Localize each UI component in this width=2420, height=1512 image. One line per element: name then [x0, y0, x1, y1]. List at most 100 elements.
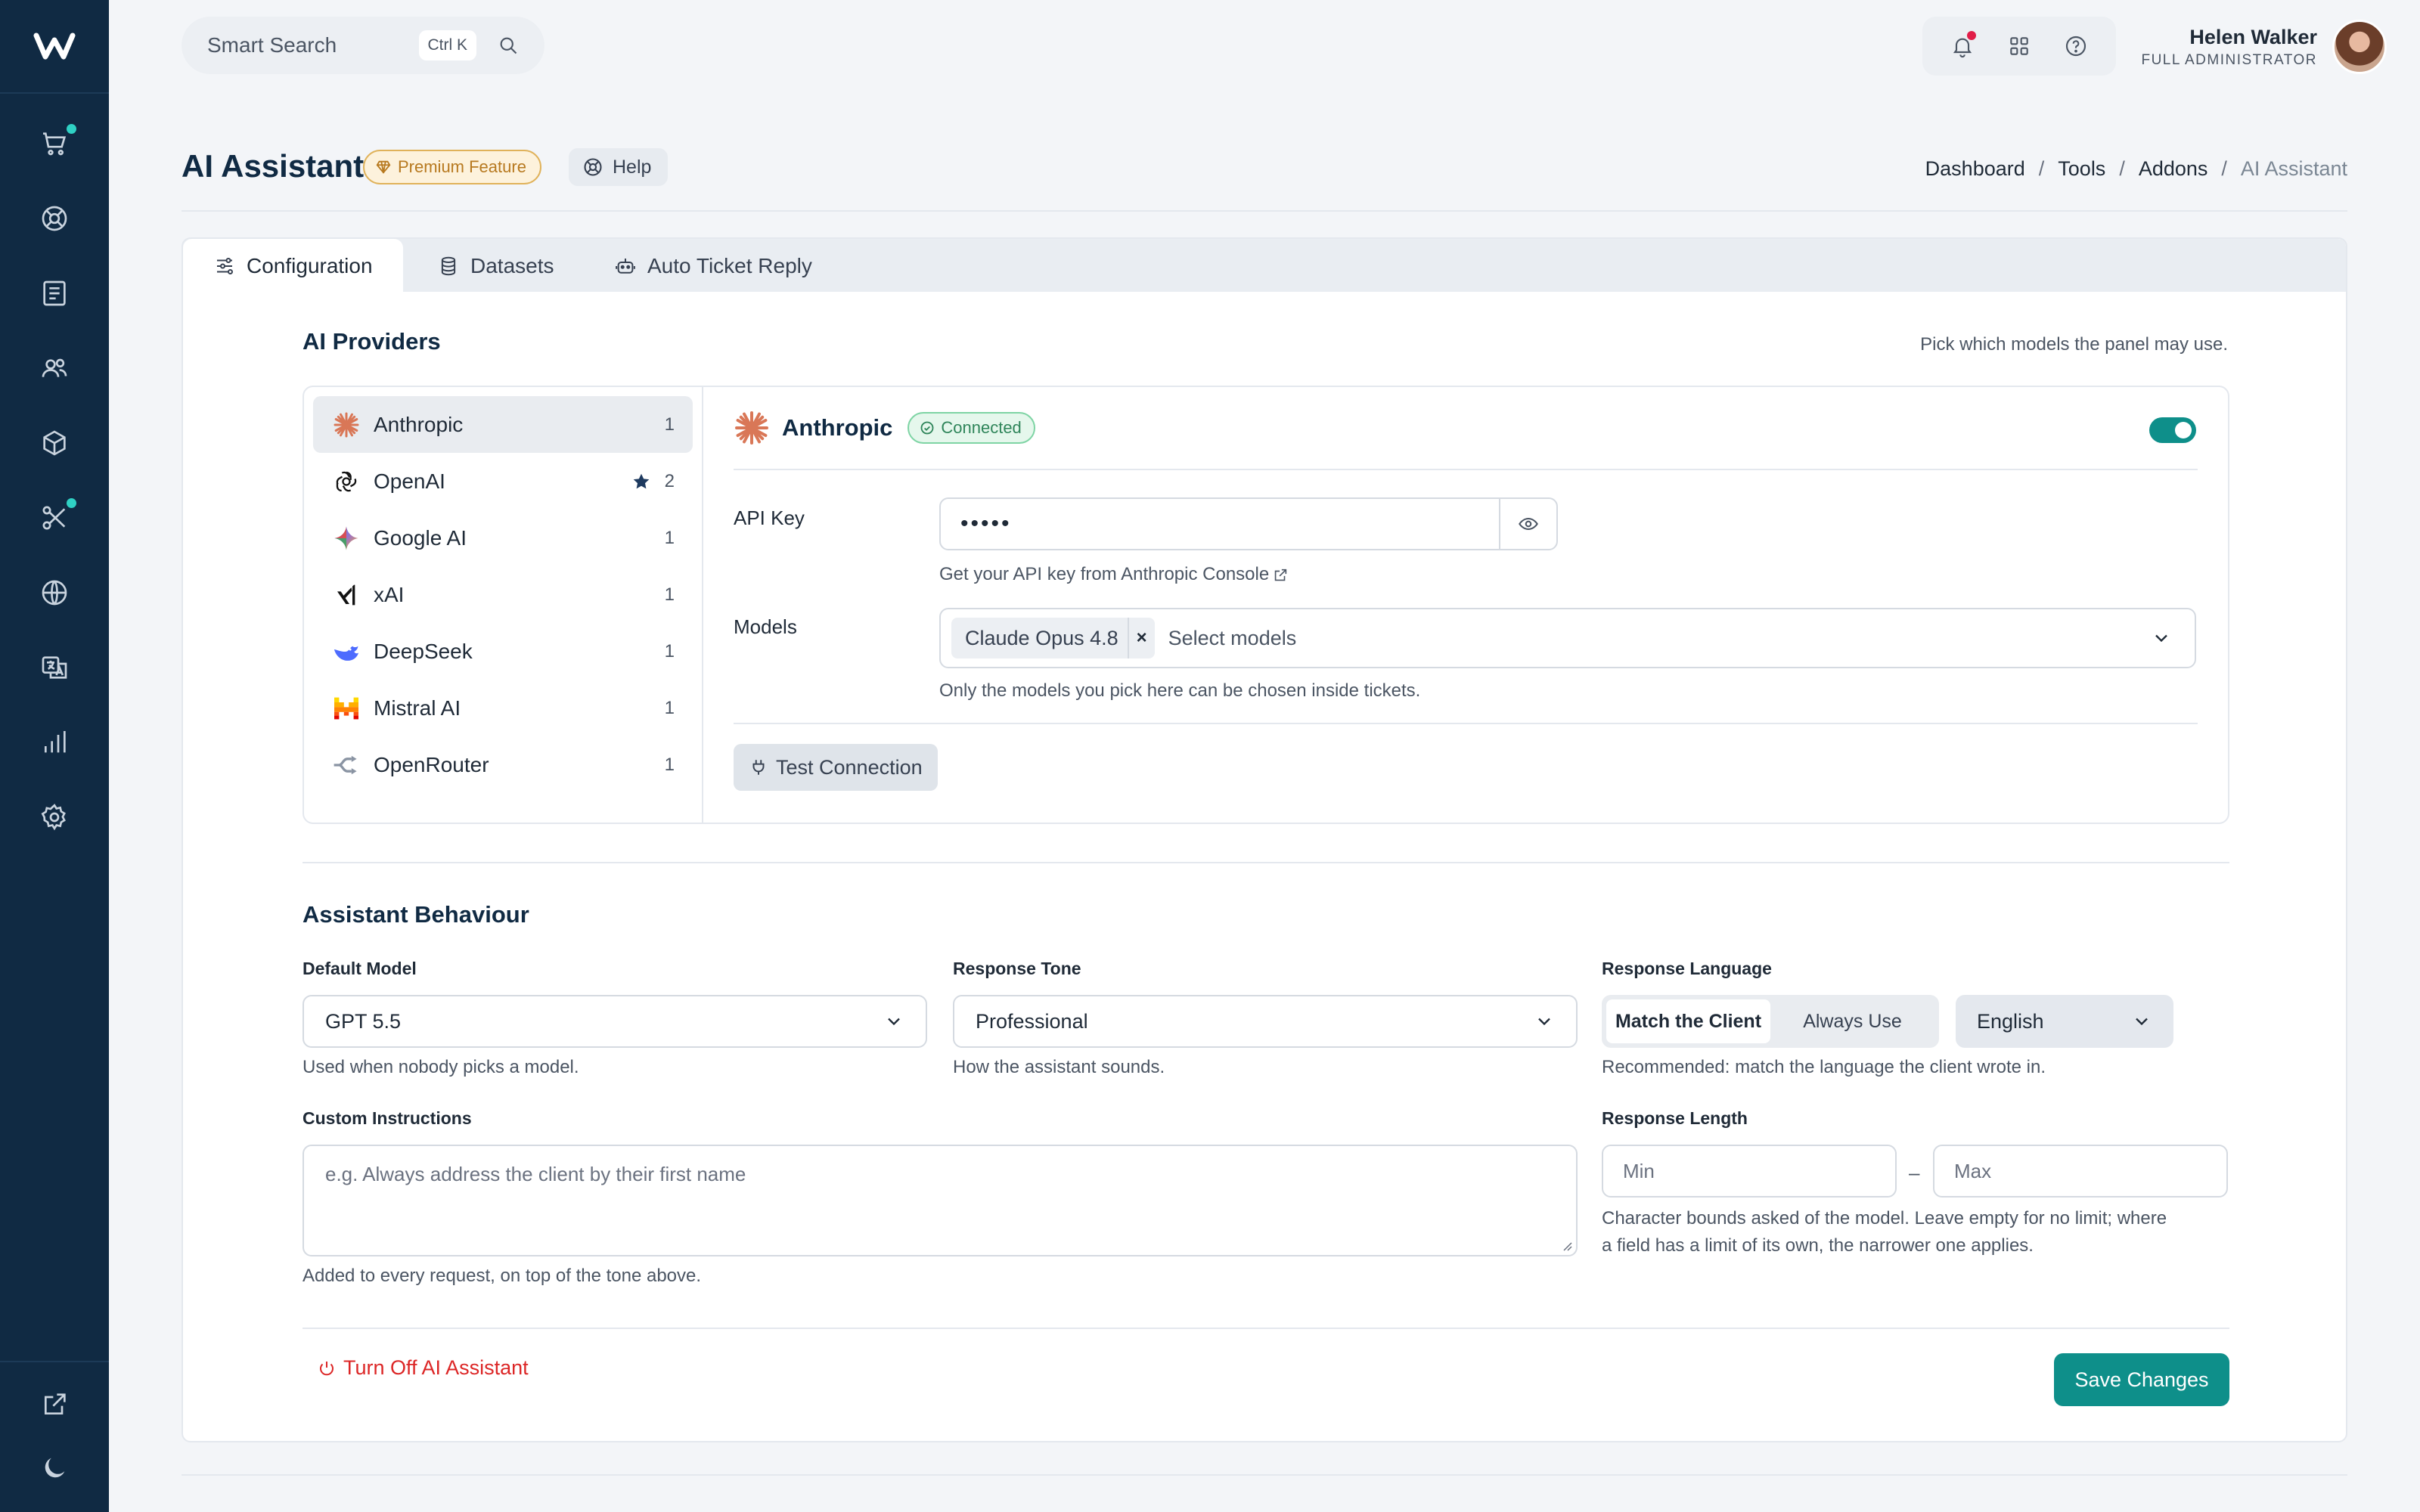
sidebar-item-reports[interactable] — [0, 705, 109, 779]
openai-icon — [336, 471, 357, 491]
models-placeholder: Select models — [1168, 626, 1297, 649]
language-mode-toggle: Match the Client Always Use — [1602, 995, 1939, 1048]
breadcrumb-dashboard[interactable]: Dashboard — [1925, 157, 2025, 181]
provider-item-openai[interactable]: OpenAI 2 — [313, 453, 693, 510]
model-chip: Claude Opus 4.8 × — [951, 618, 1155, 658]
response-tone-help: How the assistant sounds. — [953, 1057, 1165, 1077]
response-tone-select[interactable]: Professional — [953, 995, 1578, 1048]
robot-icon — [616, 259, 635, 274]
resize-handle-icon[interactable] — [1559, 1238, 1573, 1252]
sidebar-item-support[interactable] — [0, 181, 109, 256]
models-help: Only the models you pick here can be cho… — [939, 680, 1421, 701]
range-separator: – — [1909, 1161, 1920, 1184]
response-tone-value: Professional — [976, 1009, 1088, 1033]
min-length-input[interactable]: Min — [1602, 1145, 1897, 1198]
provider-item-deepseek[interactable]: DeepSeek 1 — [313, 623, 693, 680]
api-key-help-link[interactable]: Get your API key from Anthropic Console — [939, 564, 1289, 585]
chevron-down-icon — [888, 1018, 900, 1026]
eye-icon — [1519, 517, 1538, 531]
page-title: AI Assistant — [182, 148, 365, 184]
sidebar-item-settings[interactable] — [0, 779, 109, 854]
provider-enabled-toggle[interactable] — [2149, 417, 2196, 443]
notification-dot — [67, 124, 76, 134]
sidebar-item-clients[interactable] — [0, 330, 109, 405]
max-length-input[interactable]: Max — [1933, 1145, 2228, 1198]
sidebar-item-products[interactable] — [0, 405, 109, 480]
provider-item-google-ai[interactable]: Google AI 1 — [313, 510, 693, 566]
provider-name: xAI — [374, 582, 405, 606]
provider-item-xai[interactable]: xAI 1 — [313, 566, 693, 623]
custom-instructions-textarea[interactable]: e.g. Always address the client by their … — [302, 1145, 1578, 1256]
external-link-icon — [1274, 569, 1287, 581]
grid-icon — [2010, 37, 2028, 55]
star-icon — [633, 473, 649, 488]
mistral-icon — [334, 697, 358, 719]
provider-detail-name: Anthropic — [782, 414, 893, 441]
provider-detail: Anthropic Connected API Key ••••• Get yo… — [703, 387, 2228, 823]
apps-button[interactable] — [2004, 31, 2034, 61]
globe-icon — [42, 580, 67, 605]
top-icon-group — [1922, 17, 2116, 76]
remove-model-button[interactable]: × — [1127, 618, 1155, 658]
save-button[interactable]: Save Changes — [2054, 1353, 2229, 1406]
provider-item-anthropic[interactable]: Anthropic 1 — [313, 396, 693, 453]
provider-item-mistral-ai[interactable]: Mistral AI 1 — [313, 680, 693, 736]
tab-label: Datasets — [470, 254, 554, 277]
tab-auto-ticket-reply[interactable]: Auto Ticket Reply — [614, 239, 812, 293]
premium-badge-label: Premium Feature — [398, 157, 526, 176]
notification-dot — [67, 498, 76, 508]
dark-mode-toggle[interactable] — [0, 1436, 109, 1500]
provider-item-openrouter[interactable]: OpenRouter 1 — [313, 736, 693, 793]
notifications-button[interactable] — [1947, 31, 1978, 61]
language-option-match-client[interactable]: Match the Client — [1606, 999, 1770, 1043]
status-badge: Connected — [908, 412, 1035, 444]
openrouter-icon — [334, 755, 357, 774]
provider-model-count: 1 — [664, 754, 675, 775]
sidebar-item-domains[interactable] — [0, 555, 109, 630]
lifebuoy-icon — [584, 158, 602, 176]
sidebar-item-tools[interactable] — [0, 480, 109, 555]
breadcrumb-addons[interactable]: Addons — [2139, 157, 2208, 181]
show-api-key-button[interactable] — [1499, 497, 1558, 550]
cart-icon — [43, 132, 67, 155]
gear-icon — [41, 803, 66, 830]
language-select[interactable]: English — [1956, 995, 2173, 1048]
status-badge-label: Connected — [941, 418, 1022, 437]
default-model-help: Used when nobody picks a model. — [302, 1057, 579, 1077]
lifebuoy-icon — [42, 206, 67, 231]
check-circle-icon — [920, 421, 934, 435]
default-model-select[interactable]: GPT 5.5 — [302, 995, 927, 1048]
provider-name: OpenRouter — [374, 752, 489, 776]
translate-icon — [42, 655, 67, 679]
providers-section-title: AI Providers — [302, 328, 441, 355]
language-value: English — [1977, 1009, 2044, 1033]
help-button[interactable]: Help — [569, 148, 669, 186]
brand-logo[interactable] — [0, 0, 109, 94]
behaviour-section-title: Assistant Behaviour — [302, 901, 529, 928]
language-option-always-use[interactable]: Always Use — [1770, 999, 1934, 1043]
open-external-button[interactable] — [0, 1373, 109, 1436]
sidebar-item-billing[interactable] — [0, 256, 109, 330]
sidebar-item-translations[interactable] — [0, 630, 109, 705]
response-length-label: Response Length — [1602, 1108, 1748, 1128]
sidebar-item-cart[interactable] — [0, 106, 109, 181]
diamond-icon — [376, 160, 391, 174]
help-center-button[interactable] — [2061, 31, 2091, 61]
smart-search[interactable]: Smart Search Ctrl K — [182, 17, 544, 74]
turn-off-assistant-button[interactable]: Turn Off AI Assistant — [318, 1356, 529, 1380]
custom-instructions-placeholder: e.g. Always address the client by their … — [325, 1163, 746, 1185]
sidebar — [0, 0, 109, 1512]
model-chip-label: Claude Opus 4.8 — [965, 626, 1118, 649]
tab-datasets[interactable]: Datasets — [437, 239, 554, 293]
response-language-help: Recommended: match the language the clie… — [1602, 1057, 2046, 1077]
user-menu[interactable]: Helen Walker FULL ADMINISTRATOR — [2141, 20, 2387, 74]
search-icon — [500, 37, 517, 54]
api-key-field[interactable]: ••••• — [939, 497, 1500, 550]
test-connection-button[interactable]: Test Connection — [734, 744, 938, 791]
provider-model-count: 2 — [664, 470, 675, 491]
breadcrumb-tools[interactable]: Tools — [2058, 157, 2105, 181]
question-icon — [2065, 36, 2086, 57]
tab-configuration[interactable]: Configuration — [183, 239, 403, 293]
breadcrumb-separator: / — [2221, 157, 2227, 180]
models-multiselect[interactable]: Claude Opus 4.8 × Select models — [939, 608, 2196, 668]
